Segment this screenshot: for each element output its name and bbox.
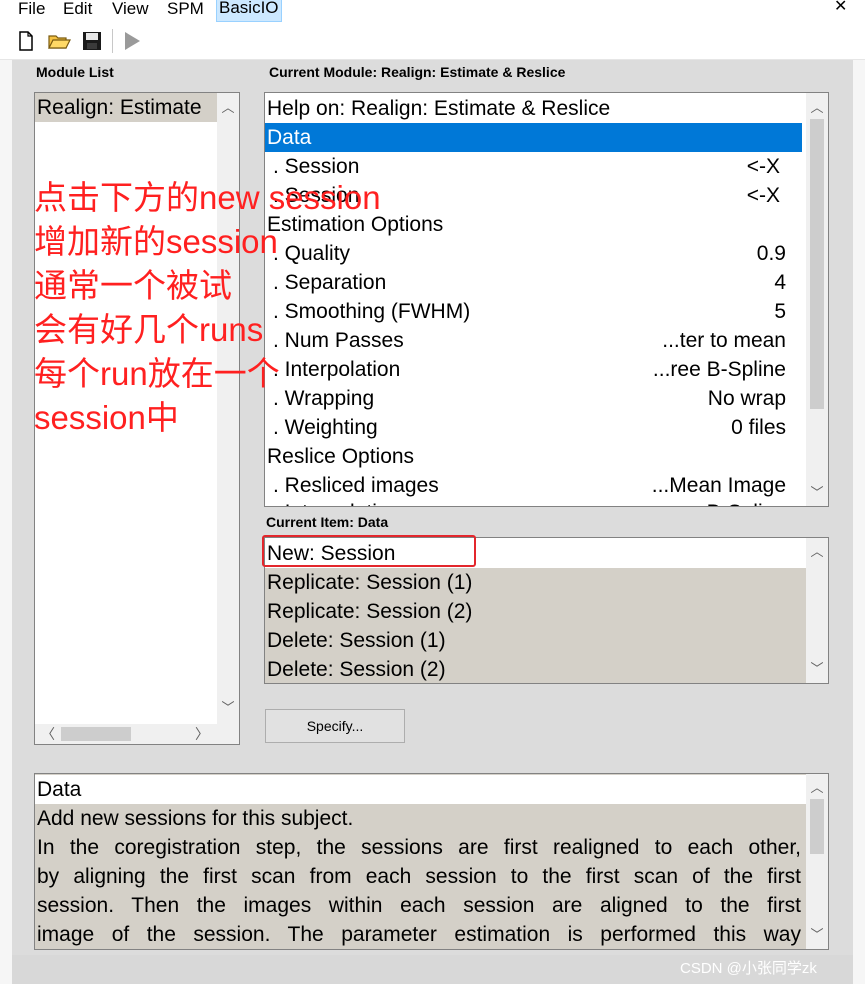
toolbar-separator [112, 29, 113, 53]
quality-row-value: 0.9 [756, 242, 786, 265]
menu-bar: File Edit View SPM BasicIO ✕ [0, 0, 865, 22]
weighting-row-value: 0 files [731, 416, 786, 439]
help-text-vscroll[interactable]: ︿ ﹀ [806, 774, 828, 949]
close-icon[interactable]: ✕ [834, 0, 847, 16]
current-item-vscroll[interactable]: ︿ ﹀ [806, 538, 828, 683]
menu-spm[interactable]: SPM [165, 0, 206, 22]
replicate-session-2-option[interactable]: Replicate: Session (2) [267, 597, 472, 626]
session-row-1-value: <-X [746, 155, 780, 178]
watermark: CSDN @小张同学zk [680, 960, 817, 977]
help-title: Data [37, 778, 82, 801]
specify-button[interactable]: Specify... [265, 709, 405, 743]
help-line: session. Then the images within each ses… [37, 894, 801, 917]
delete-session-1-option[interactable]: Delete: Session (1) [267, 626, 446, 655]
scroll-up-icon[interactable]: ︿ [806, 541, 828, 563]
module-list-hscroll[interactable]: 〈 〉 [35, 724, 239, 744]
menu-basicio[interactable]: BasicIO [216, 0, 282, 22]
menu-edit[interactable]: Edit [61, 0, 94, 22]
help-text-area: Data Add new sessions for this subject. … [35, 774, 806, 949]
scroll-down-icon[interactable]: ﹀ [806, 482, 828, 504]
module-list-item[interactable]: Realign: Estimate [35, 93, 219, 122]
toolbar [0, 22, 865, 60]
scroll-up-icon[interactable]: ︿ [806, 97, 828, 119]
help-line: Add new sessions for this subject. [37, 807, 354, 830]
current-module-vscroll[interactable]: ︿ ﹀ [806, 93, 828, 506]
highlight-box [262, 535, 476, 567]
menu-view[interactable]: View [110, 0, 151, 22]
help-on-row[interactable]: Help on: Realign: Estimate & Reslice [267, 94, 610, 123]
hscroll-thumb[interactable] [61, 727, 131, 741]
help-line: by aligning the first scan from each ses… [37, 865, 801, 888]
current-item-label: Current Item: Data [266, 514, 389, 530]
data-row[interactable]: Data [267, 123, 311, 152]
separation-row-value: 4 [774, 271, 786, 294]
run-icon[interactable] [121, 30, 143, 52]
menu-file[interactable]: File [16, 0, 47, 22]
open-folder-icon[interactable] [47, 30, 71, 52]
save-icon[interactable] [81, 30, 103, 52]
annotation-line: 增加新的session [34, 223, 278, 260]
annotation-line: 会有好几个runs [34, 311, 264, 348]
session-row-2-value: <-X [746, 184, 780, 207]
data-row-selected[interactable] [265, 123, 802, 152]
delete-session-2-option[interactable]: Delete: Session (2) [267, 655, 446, 683]
reslice-interpolation-row-value: ...ree B-Spline [653, 498, 786, 506]
help-text-box[interactable]: Data Add new sessions for this subject. … [34, 773, 829, 950]
module-list-label: Module List [36, 64, 114, 80]
annotation-line: 每个run放在一个 [34, 355, 280, 392]
annotation-line: session中 [34, 399, 179, 436]
scroll-up-icon[interactable]: ︿ [806, 777, 828, 799]
resliced-images-row[interactable]: . Resliced images [273, 471, 439, 500]
replicate-session-1-option[interactable]: Replicate: Session (1) [267, 568, 472, 597]
current-module-label: Current Module: Realign: Estimate & Resl… [269, 64, 566, 80]
wrapping-row-value: No wrap [707, 387, 786, 410]
left-window-edge [0, 60, 12, 984]
annotation-line: 点击下方的new session [34, 179, 381, 216]
scroll-right-icon[interactable]: 〉 [195, 724, 209, 744]
right-window-edge [853, 60, 865, 984]
scroll-down-icon[interactable]: ﹀ [217, 697, 239, 719]
resliced-images-row-value: ...Mean Image [651, 474, 786, 497]
help-line: In the coregistration step, the sessions… [37, 836, 801, 859]
smoothing-row-value: 5 [774, 300, 786, 323]
current-module-scroll-thumb[interactable] [810, 119, 824, 409]
annotation-text: 点击下方的new session 增加新的session 通常一个被试 会有好几… [34, 176, 414, 440]
scroll-down-icon[interactable]: ﹀ [806, 658, 828, 680]
reslice-options-row[interactable]: Reslice Options [267, 442, 414, 471]
scroll-left-icon[interactable]: 〈 [41, 724, 55, 744]
help-line: image of the session. The parameter esti… [37, 923, 801, 946]
help-scroll-thumb[interactable] [810, 799, 824, 854]
num-passes-row-value: ...ter to mean [662, 329, 786, 352]
scroll-up-icon[interactable]: ︿ [217, 97, 239, 119]
reslice-interpolation-row[interactable]: . Interpolation [273, 498, 400, 506]
scroll-down-icon[interactable]: ﹀ [806, 924, 828, 946]
interpolation-row-value: ...ree B-Spline [652, 358, 786, 381]
new-file-icon[interactable] [15, 30, 37, 52]
annotation-line: 通常一个被试 [34, 267, 232, 304]
